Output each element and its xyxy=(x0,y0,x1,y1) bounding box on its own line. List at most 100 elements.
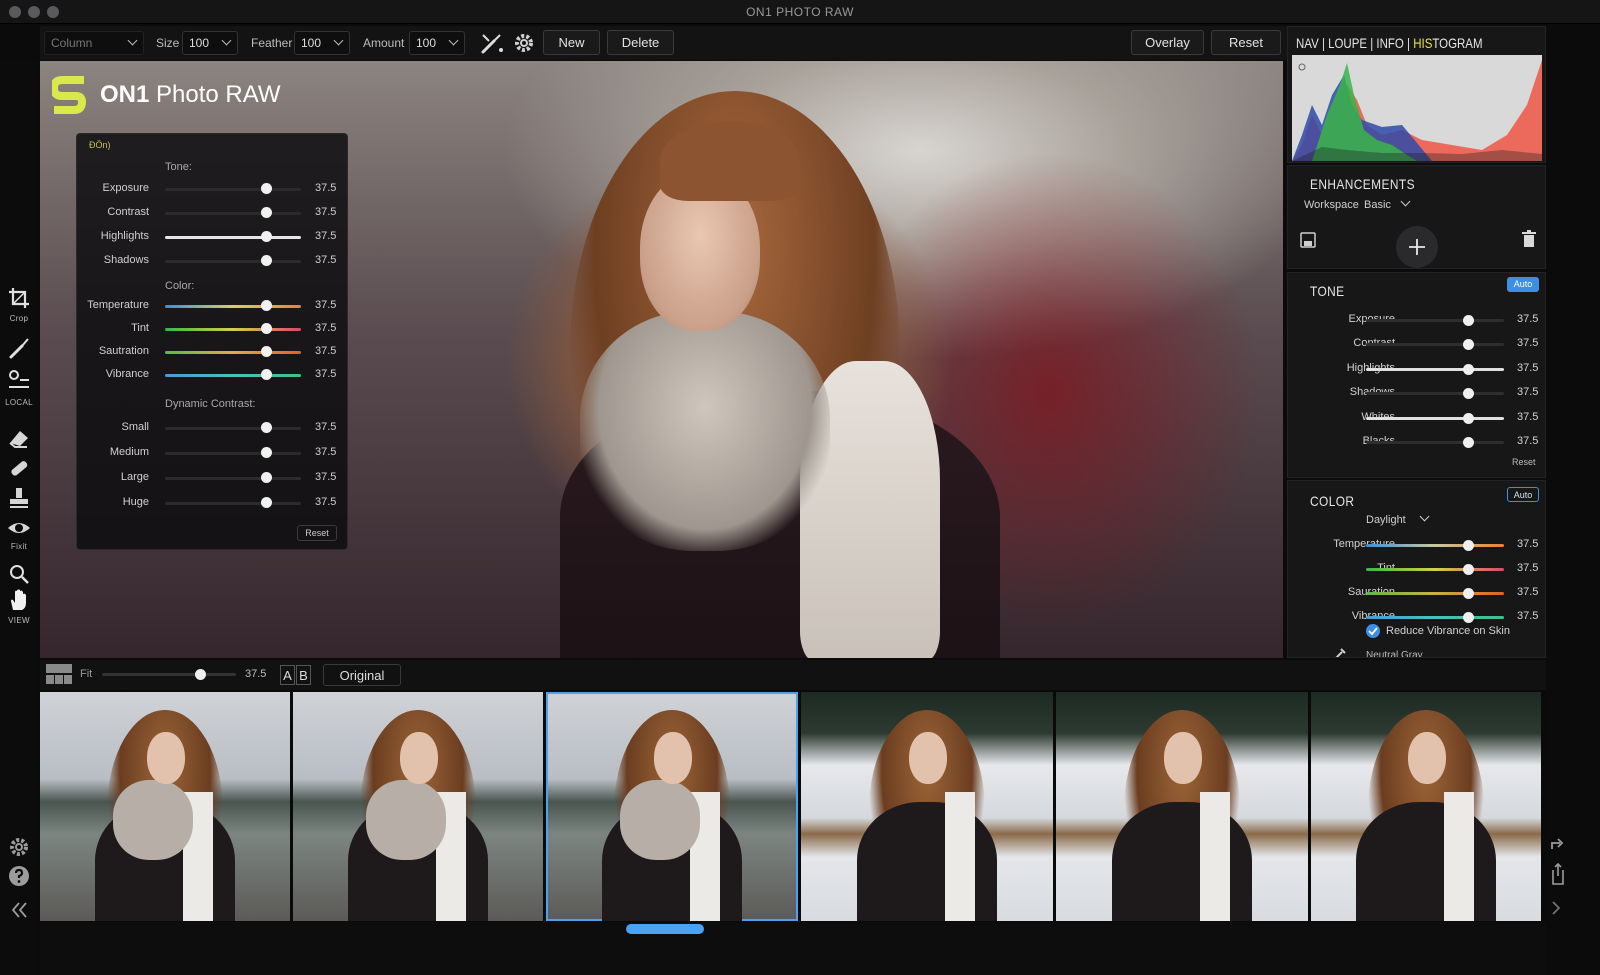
new-button[interactable]: New xyxy=(543,30,600,55)
filmstrip-thumbnail[interactable] xyxy=(801,692,1053,921)
feather-select[interactable]: 100 xyxy=(294,31,350,55)
right-slider-handle-temperature[interactable] xyxy=(1463,540,1475,551)
slider-handle[interactable] xyxy=(260,207,272,218)
original-button[interactable]: Original xyxy=(323,664,401,686)
add-filter-button[interactable] xyxy=(1396,226,1438,268)
slider-track[interactable] xyxy=(165,427,301,430)
filmstrip-thumbnail[interactable] xyxy=(1056,692,1308,921)
eyedropper-icon[interactable] xyxy=(1332,646,1348,658)
float-reset-button[interactable]: Reset xyxy=(297,525,337,541)
compare-a-button[interactable]: A xyxy=(280,665,295,685)
save-preset-icon[interactable] xyxy=(1300,232,1316,248)
neutral-gray-label[interactable]: Neutral Gray xyxy=(1366,650,1423,657)
slider-handle[interactable] xyxy=(260,472,272,483)
right-slider-track-whites[interactable] xyxy=(1366,416,1504,420)
slider-handle[interactable] xyxy=(260,346,272,357)
hand-icon[interactable] xyxy=(7,588,31,612)
right-slider-handle-sauration[interactable] xyxy=(1463,588,1475,599)
crop-icon[interactable] xyxy=(7,286,31,310)
share-icon[interactable] xyxy=(1550,835,1566,851)
right-slider-handle-highlights[interactable] xyxy=(1463,363,1475,375)
chevron-right-icon[interactable] xyxy=(1550,900,1562,916)
slider-track[interactable] xyxy=(165,305,301,308)
filmstrip-scrollbar[interactable] xyxy=(626,924,704,934)
workspace-select[interactable]: Basic xyxy=(1364,196,1411,211)
reset-button[interactable]: Reset xyxy=(1211,30,1281,55)
zoom-icon[interactable] xyxy=(7,562,31,586)
slider-handle[interactable] xyxy=(260,422,272,433)
trash-icon[interactable] xyxy=(1522,230,1536,248)
tone-reset-button[interactable]: Reset xyxy=(1512,457,1536,467)
slider-handle[interactable] xyxy=(260,255,272,266)
reduce-vibrance-checkbox[interactable] xyxy=(1366,624,1380,638)
heal-icon[interactable] xyxy=(7,456,31,480)
white-balance-select[interactable]: Daylight xyxy=(1366,511,1430,526)
zoom-slider-handle[interactable] xyxy=(194,669,206,680)
tab-loupe[interactable]: LOUPE xyxy=(1328,35,1367,51)
brush-settings-icon[interactable] xyxy=(480,31,506,55)
eye-icon[interactable] xyxy=(7,516,31,540)
right-slider-track-tint[interactable] xyxy=(1366,568,1504,571)
filmstrip-thumbnail[interactable] xyxy=(40,692,290,921)
slider-handle[interactable] xyxy=(260,183,272,194)
photo-canvas[interactable]: ON1 Photo RAW ĐÖn) Tone: Exposure 37.5 Con… xyxy=(40,61,1283,658)
right-slider-handle-whites[interactable] xyxy=(1463,412,1475,424)
color-auto-button[interactable]: Auto xyxy=(1507,487,1539,502)
slider-track[interactable] xyxy=(165,502,301,505)
tab-info[interactable]: INFO xyxy=(1376,35,1403,51)
column-select[interactable]: Column xyxy=(44,31,144,55)
right-slider-track-exposure[interactable] xyxy=(1366,319,1504,322)
collapse-left-icon[interactable] xyxy=(7,898,31,922)
overlay-button[interactable]: Overlay xyxy=(1131,30,1204,55)
right-slider-track-blacks[interactable] xyxy=(1366,441,1504,444)
help-icon[interactable] xyxy=(7,864,31,888)
stamp-icon[interactable] xyxy=(7,486,31,510)
slider-track[interactable] xyxy=(165,477,301,480)
export-icon[interactable] xyxy=(1550,862,1566,886)
slider-handle[interactable] xyxy=(260,323,272,334)
zoom-slider-track[interactable] xyxy=(102,669,236,680)
eraser-icon[interactable] xyxy=(7,426,31,450)
slider-track[interactable] xyxy=(165,236,301,239)
right-slider-track-highlights[interactable] xyxy=(1366,367,1504,371)
delete-button[interactable]: Delete xyxy=(607,30,674,55)
filmstrip-thumbnail[interactable] xyxy=(546,692,798,921)
right-slider-handle-exposure[interactable] xyxy=(1463,315,1475,326)
amount-select[interactable]: 100 xyxy=(409,31,465,55)
slider-handle[interactable] xyxy=(260,231,272,242)
right-slider-handle-shadows[interactable] xyxy=(1463,388,1475,400)
tab-histogram[interactable]: HISTOGRAM xyxy=(1413,35,1482,51)
grid-view-icon[interactable] xyxy=(46,664,72,684)
right-slider-handle-blacks[interactable] xyxy=(1463,437,1475,448)
right-slider-track-shadows[interactable] xyxy=(1366,392,1504,396)
right-slider-track-vibrance[interactable] xyxy=(1366,616,1504,619)
right-slider-track-sauration[interactable] xyxy=(1366,592,1504,595)
slider-track[interactable] xyxy=(165,260,301,263)
local-adjustment-icon[interactable] xyxy=(7,368,31,392)
slider-handle[interactable] xyxy=(260,447,272,458)
filmstrip-thumbnail[interactable] xyxy=(1311,692,1541,921)
slider-handle[interactable] xyxy=(260,369,272,380)
tab-nav[interactable]: NAV xyxy=(1296,35,1319,51)
slider-track[interactable] xyxy=(165,188,301,191)
right-slider-track-temperature[interactable] xyxy=(1366,544,1504,547)
slider-handle[interactable] xyxy=(260,300,272,311)
slider-track[interactable] xyxy=(165,351,301,354)
settings-gear-icon[interactable] xyxy=(7,835,31,859)
gear-icon[interactable] xyxy=(512,31,536,55)
slider-handle[interactable] xyxy=(260,497,272,508)
brush-icon[interactable] xyxy=(7,336,31,360)
slider-track[interactable] xyxy=(165,452,301,455)
right-slider-handle-tint[interactable] xyxy=(1463,564,1475,575)
filmstrip-thumbnail[interactable] xyxy=(293,692,543,921)
slider-track[interactable] xyxy=(165,374,301,377)
right-slider-track-contrast[interactable] xyxy=(1366,343,1504,347)
slider-track[interactable] xyxy=(165,212,301,215)
compare-b-button[interactable]: B xyxy=(296,665,311,685)
size-label: Size xyxy=(156,36,180,50)
size-select[interactable]: 100 xyxy=(182,31,238,55)
right-slider-handle-vibrance[interactable] xyxy=(1463,612,1475,623)
right-slider-handle-contrast[interactable] xyxy=(1463,339,1475,351)
tone-auto-button[interactable]: Auto xyxy=(1507,277,1539,292)
slider-track[interactable] xyxy=(165,328,301,331)
